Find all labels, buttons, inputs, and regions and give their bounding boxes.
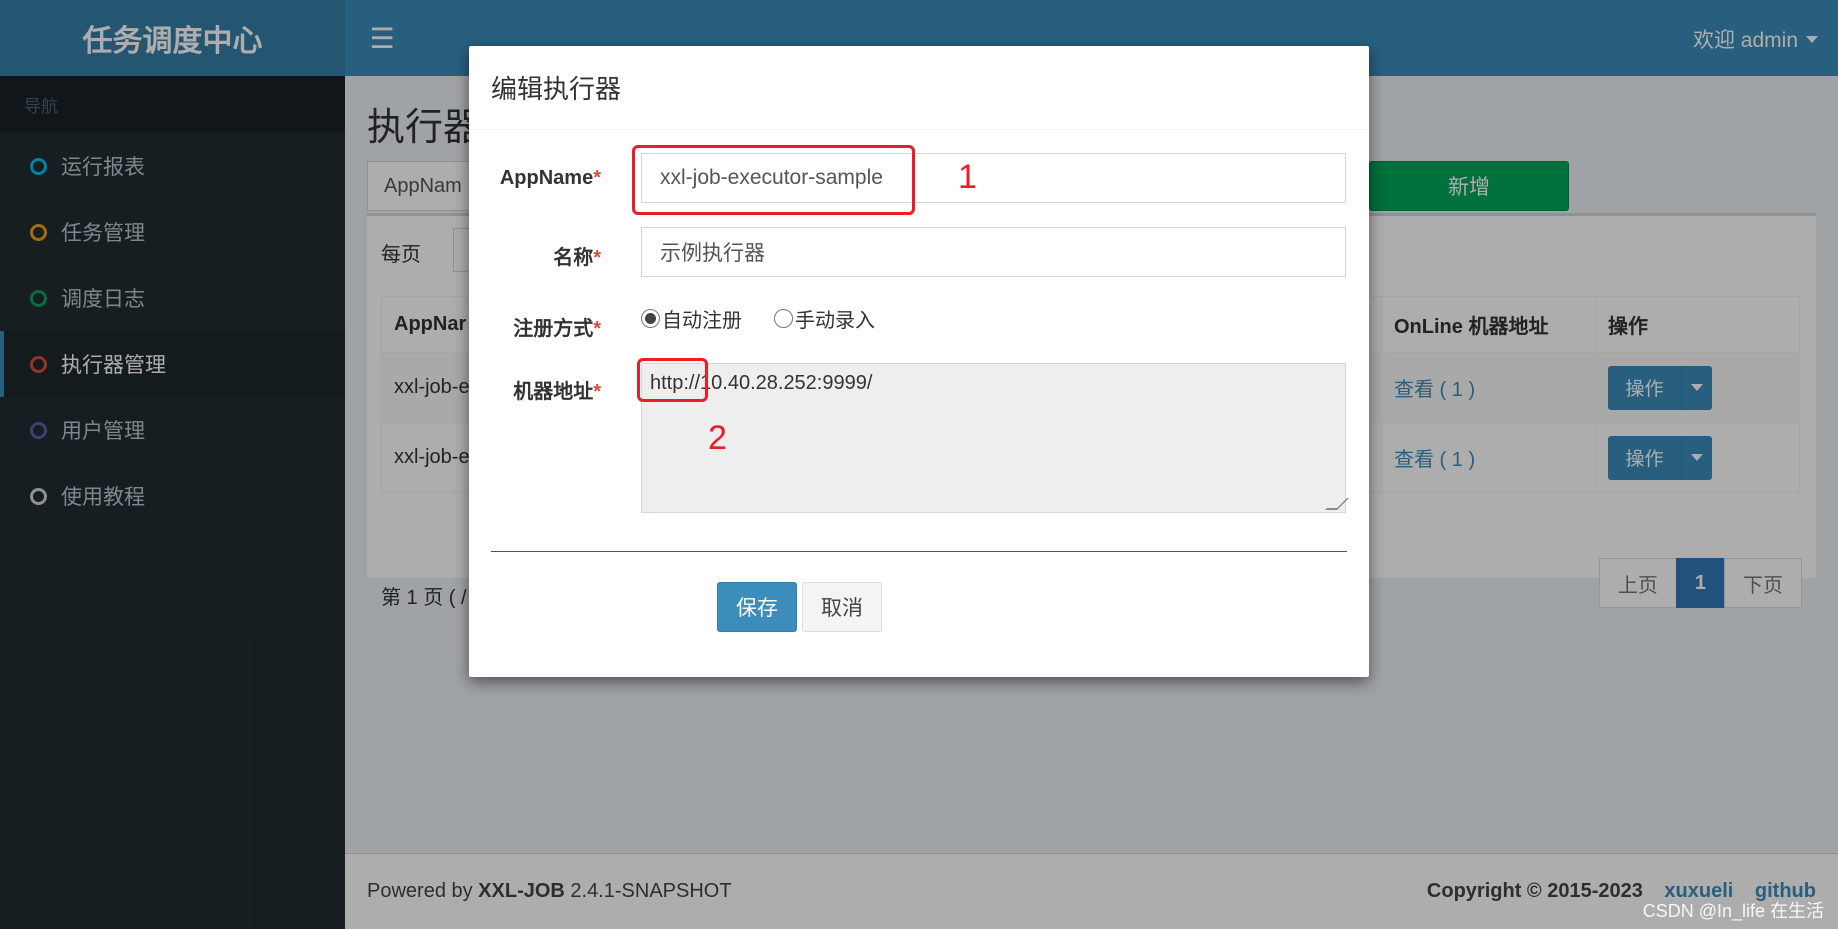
modal-title: 编辑执行器: [469, 46, 1369, 130]
save-button[interactable]: 保存: [717, 582, 797, 632]
register-auto-radio[interactable]: 自动注册: [641, 304, 742, 333]
form-row-register: 注册方式* 自动注册 手动录入: [469, 304, 1369, 344]
annotation-box-1: [632, 145, 915, 215]
register-manual-radio[interactable]: 手动录入: [774, 304, 875, 333]
annotation-number-2: 2: [708, 419, 727, 457]
edit-executor-modal: 编辑执行器 AppName* xxl-job-executor-sample 名…: [469, 46, 1369, 677]
appname-label: AppName*: [499, 167, 601, 189]
name-label: 名称*: [553, 247, 601, 269]
form-row-name: 名称* 示例执行器: [469, 227, 1369, 277]
cancel-button[interactable]: 取消: [802, 582, 882, 632]
form-row-address: 机器地址* http://10.40.28.252:9999/: [469, 363, 1369, 513]
resize-handle-icon[interactable]: [1325, 498, 1349, 510]
modal-divider: [491, 551, 1347, 552]
radio-checked-icon[interactable]: [641, 309, 660, 328]
form-row-appname: AppName* xxl-job-executor-sample: [469, 153, 1369, 203]
name-input[interactable]: 示例执行器: [641, 227, 1346, 277]
watermark: CSDN @In_life 在生活: [1642, 901, 1824, 921]
register-label: 注册方式*: [513, 318, 601, 340]
annotation-number-1: 1: [958, 158, 977, 196]
radio-unchecked-icon[interactable]: [774, 309, 793, 328]
address-label: 机器地址*: [513, 381, 601, 403]
address-textarea[interactable]: http://10.40.28.252:9999/: [641, 363, 1349, 513]
annotation-box-2: [637, 358, 708, 402]
register-radio-group: 自动注册 手动录入: [641, 304, 875, 333]
